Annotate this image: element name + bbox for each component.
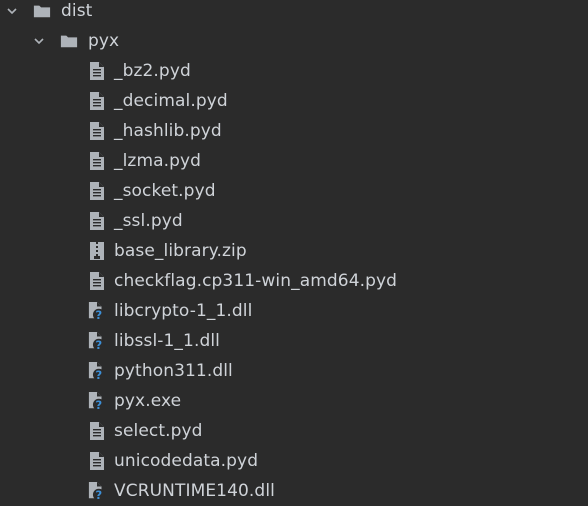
tree-file-item[interactable]: base_library.zip xyxy=(0,236,588,266)
tree-node-label: dist xyxy=(61,1,93,21)
tree-file-item[interactable]: _lzma.pyd xyxy=(0,146,588,176)
tree-file-item[interactable]: _ssl.pyd xyxy=(0,206,588,236)
tree-file-item[interactable]: ? VCRUNTIME140.dll xyxy=(0,476,588,506)
svg-text:?: ? xyxy=(95,308,102,322)
tree-file-item[interactable]: _socket.pyd xyxy=(0,176,588,206)
tree-node-dist[interactable]: dist xyxy=(0,0,588,26)
text-file-icon xyxy=(88,151,106,171)
file-label: _bz2.pyd xyxy=(114,61,191,81)
unknown-file-icon: ? xyxy=(88,481,106,502)
tree-node-pyx[interactable]: pyx xyxy=(0,26,588,56)
file-label: unicodedata.pyd xyxy=(114,451,259,471)
file-label: _lzma.pyd xyxy=(114,151,202,171)
file-label: checkflag.cp311-win_amd64.pyd xyxy=(114,271,398,291)
project-file-tree: dist pyx _bz2.pyd _decimal.pyd _hashlib.… xyxy=(0,0,588,502)
folder-icon xyxy=(33,1,51,21)
file-label: _decimal.pyd xyxy=(114,91,228,111)
unknown-file-icon: ? xyxy=(88,361,106,382)
tree-file-item[interactable]: unicodedata.pyd xyxy=(0,446,588,476)
unknown-file-icon: ? xyxy=(88,301,106,322)
unknown-file-icon: ? xyxy=(88,391,106,412)
text-file-icon xyxy=(88,91,106,111)
tree-file-item[interactable]: _decimal.pyd xyxy=(0,86,588,116)
svg-text:?: ? xyxy=(95,368,102,382)
file-label: base_library.zip xyxy=(114,241,247,261)
tree-file-item[interactable]: ? python311.dll xyxy=(0,356,588,386)
tree-file-item[interactable]: _hashlib.pyd xyxy=(0,116,588,146)
file-label: _hashlib.pyd xyxy=(114,121,222,141)
tree-file-item[interactable]: ? libcrypto-1_1.dll xyxy=(0,296,588,326)
file-label: python311.dll xyxy=(114,361,233,381)
svg-text:?: ? xyxy=(95,338,102,352)
chevron-down-icon[interactable] xyxy=(5,4,19,18)
svg-text:?: ? xyxy=(95,398,102,412)
text-file-icon xyxy=(88,181,106,201)
tree-file-item[interactable]: ? libssl-1_1.dll xyxy=(0,326,588,356)
tree-file-item[interactable]: checkflag.cp311-win_amd64.pyd xyxy=(0,266,588,296)
text-file-icon xyxy=(88,61,106,81)
tree-node-label: pyx xyxy=(88,31,120,51)
text-file-icon xyxy=(88,451,106,471)
file-label: pyx.exe xyxy=(114,391,182,411)
file-label: libcrypto-1_1.dll xyxy=(114,301,253,321)
tree-file-item[interactable]: ? pyx.exe xyxy=(0,386,588,416)
text-file-icon xyxy=(88,421,106,441)
file-label: _socket.pyd xyxy=(114,181,216,201)
text-file-icon xyxy=(88,271,106,291)
file-label: VCRUNTIME140.dll xyxy=(114,481,275,501)
chevron-down-icon[interactable] xyxy=(32,34,46,48)
file-label: libssl-1_1.dll xyxy=(114,331,220,351)
archive-file-icon xyxy=(88,241,106,261)
folder-icon xyxy=(60,31,78,51)
file-label: _ssl.pyd xyxy=(114,211,183,231)
tree-file-item[interactable]: _bz2.pyd xyxy=(0,56,588,86)
tree-file-item[interactable]: select.pyd xyxy=(0,416,588,446)
text-file-icon xyxy=(88,121,106,141)
text-file-icon xyxy=(88,211,106,231)
file-label: select.pyd xyxy=(114,421,203,441)
unknown-file-icon: ? xyxy=(88,331,106,352)
